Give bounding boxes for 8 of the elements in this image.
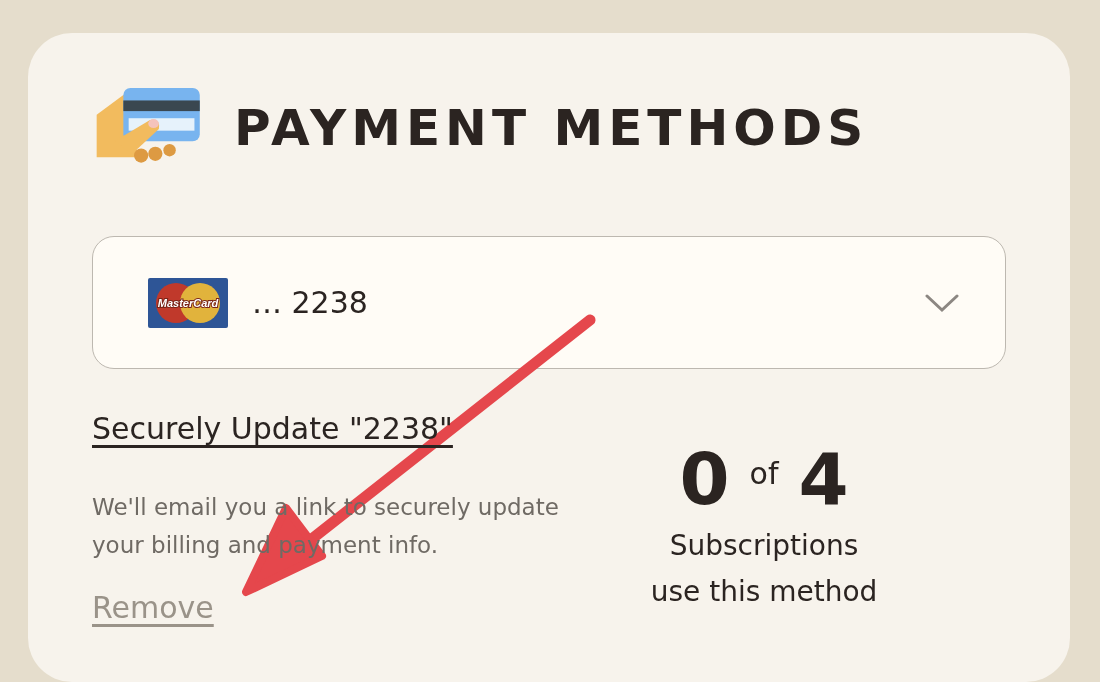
usage-count: 0 [679,436,730,523]
page-title: PAYMENT METHODS [234,99,869,157]
usage-caption: Subscriptions [669,528,859,564]
selected-card-number: … 2238 [252,285,369,320]
usage-caption: use this method [650,574,878,610]
usage-total: 4 [798,436,849,523]
of-label: of [749,456,779,491]
update-link[interactable]: Securely Update "2238" [92,411,453,446]
